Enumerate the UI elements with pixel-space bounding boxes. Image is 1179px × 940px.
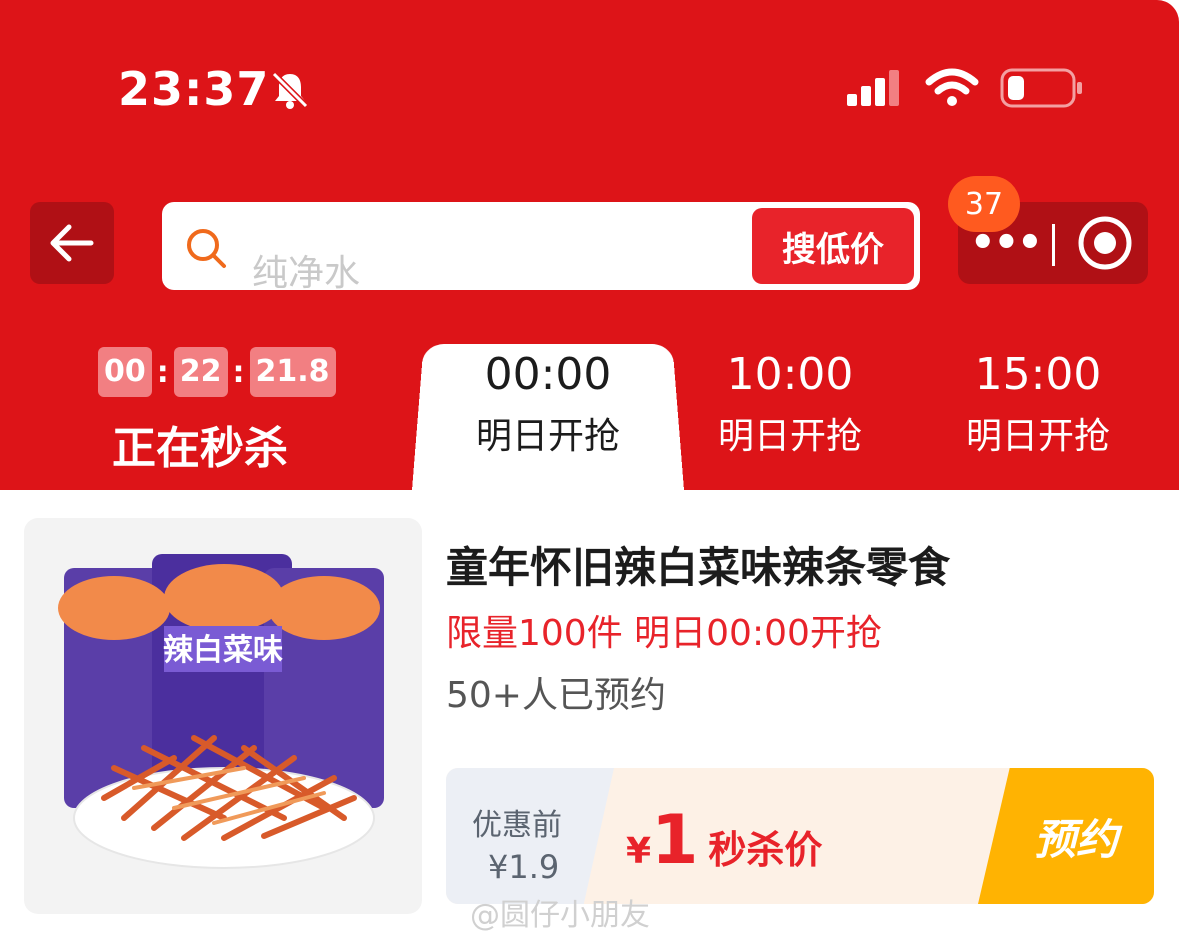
search-input[interactable]: 纯净水 搜低价 <box>162 202 920 294</box>
bell-muted-icon <box>271 71 309 109</box>
price-bar: 优惠前 ¥1.9 ¥ 1 秒杀价 预约 <box>446 768 1154 904</box>
capsule-divider <box>1052 224 1055 266</box>
countdown-seconds: 21.8 <box>249 347 336 397</box>
countdown-minutes: 22 <box>173 347 228 397</box>
tab-time: 00:00 <box>484 349 612 400</box>
search-button[interactable]: 搜低价 <box>752 208 914 284</box>
tab-live-label[interactable]: 正在秒杀 <box>112 412 288 476</box>
watermark: @圆仔小朋友 <box>470 898 650 933</box>
package-label: 辣白菜味 <box>163 633 283 668</box>
product-limit-text: 限量100件 明日00:00开抢 <box>446 613 882 654</box>
signal-icon <box>847 70 899 106</box>
tab-subtitle: 明日开抢 <box>717 416 862 457</box>
search-icon <box>187 229 226 268</box>
countdown-timer: 00 : 22 : 21.8 <box>98 347 336 397</box>
tab-1000[interactable]: 10:00 明日开抢 <box>690 340 890 464</box>
tab-time: 10:00 <box>726 349 854 400</box>
back-button[interactable] <box>30 202 114 284</box>
search-placeholder: 纯净水 <box>252 253 361 294</box>
flash-price-label: 秒杀价 <box>708 828 823 872</box>
snack-package-illustration: 辣白菜味 <box>58 554 384 869</box>
battery-icon <box>1000 68 1082 108</box>
countdown-colon: : <box>232 354 245 390</box>
product-title[interactable]: 童年怀旧辣白菜味辣条零食 <box>446 534 950 595</box>
original-price: ¥1.9 <box>488 848 560 886</box>
wifi-icon <box>925 68 979 106</box>
tab-subtitle: 明日开抢 <box>965 416 1110 457</box>
tab-subtitle: 明日开抢 <box>475 416 620 457</box>
countdown-hours: 00 <box>98 347 152 397</box>
notification-badge: 37 <box>948 176 1020 232</box>
tab-1500[interactable]: 15:00 明日开抢 <box>938 340 1138 464</box>
countdown-colon: : <box>156 354 169 390</box>
flash-price: ¥ 1 秒杀价 <box>626 806 822 876</box>
arrow-left-icon <box>50 224 94 262</box>
tab-time: 15:00 <box>974 349 1102 400</box>
flash-price-value: 1 <box>651 801 699 880</box>
product-image[interactable]: 辣白菜味 <box>24 518 422 914</box>
reserve-button[interactable]: 预约 <box>978 768 1154 904</box>
original-price-label: 优惠前 <box>472 808 562 843</box>
close-target-icon[interactable] <box>1076 214 1134 272</box>
original-price-box: 优惠前 ¥1.9 <box>446 768 614 904</box>
flash-price-currency: ¥ <box>626 831 652 872</box>
tab-0000[interactable]: 00:00 明日开抢 <box>430 340 666 464</box>
product-reserved-count: 50+人已预约 <box>446 675 666 716</box>
status-time: 23:37 <box>118 62 270 116</box>
